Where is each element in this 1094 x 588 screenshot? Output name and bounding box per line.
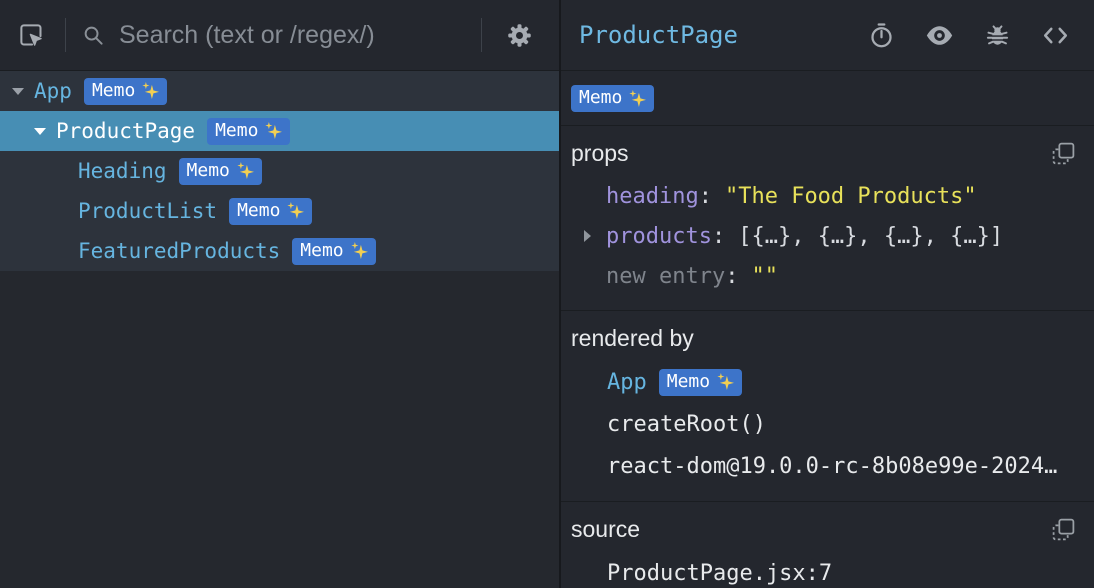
component-tree: App Memo ProductPage [0,71,559,588]
rendered-by-title: rendered by [571,325,1080,352]
component-name: App [34,79,72,103]
renderer-version-row: react-dom@19.0.0-rc-8b08e99e-2024… [571,445,1080,487]
source-section: source ProductPage.jsx:7 [561,502,1094,588]
react-devtools-components-panel: App Memo ProductPage [0,0,1094,588]
inspect-element-icon [18,22,45,49]
new-entry-value[interactable]: "" [751,264,778,289]
toolbar-divider [65,18,66,52]
props-section: props heading: "The Food Products" [561,126,1094,311]
expand-caret-icon[interactable] [34,128,56,135]
inspect-element-button[interactable] [14,18,49,53]
owner-row-app[interactable]: App Memo [571,361,1080,403]
new-entry-label: new entry [606,264,725,289]
component-details-panel: ProductPage [561,0,1094,588]
expand-caret-icon[interactable] [584,230,606,242]
tree-toolbar [0,0,559,71]
eye-icon [925,21,954,50]
memo-badge: Memo [179,158,262,185]
gear-icon [506,22,533,49]
search-input[interactable] [119,21,465,50]
component-name: ProductPage [56,119,195,143]
selected-component-badges: Memo [561,71,1094,126]
create-root-row: createRoot() [571,403,1080,445]
inspect-dom-button[interactable] [921,17,958,54]
expand-caret-icon[interactable] [12,88,34,95]
tree-row-heading[interactable]: Heading Memo [0,151,559,191]
tree-row-app[interactable]: App Memo [0,71,559,111]
sparkle-icon [265,122,282,139]
settings-button[interactable] [502,18,537,53]
profiler-timing-button[interactable] [864,18,899,53]
source-section-title: source [571,516,1047,543]
memo-badge: Memo [571,85,654,112]
sparkle-icon [142,82,159,99]
sparkle-icon [287,202,304,219]
component-tree-rows: App Memo ProductPage [0,71,559,271]
component-name: Heading [78,159,167,183]
sparkle-icon [717,373,734,390]
prop-row-heading: heading: "The Food Products" [571,176,1080,216]
memo-badge: Memo [229,198,312,225]
component-name: FeaturedProducts [78,239,280,263]
owner-component-name[interactable]: App [607,370,647,395]
bug-icon [984,22,1011,49]
prop-name: products [606,224,712,249]
prop-value: [{…}, {…}, {…}, {…}] [738,224,1003,249]
search-area [82,21,465,50]
search-icon [82,24,105,47]
selected-component-title: ProductPage [579,21,842,49]
rendered-by-section: rendered by App Memo createRoot() react-… [561,311,1094,502]
toolbar-divider [481,18,482,52]
details-header: ProductPage [561,0,1094,71]
sparkle-icon [351,242,368,259]
props-section-title: props [571,140,1047,167]
tree-row-productpage[interactable]: ProductPage Memo [0,111,559,151]
memo-badge: Memo [84,78,167,105]
prop-row-new-entry[interactable]: new entry: "" [571,256,1080,296]
copy-source-button[interactable] [1047,513,1080,546]
prop-row-products[interactable]: products: [{…}, {…}, {…}, {…}] [571,216,1080,256]
source-location[interactable]: ProductPage.jsx:7 [571,552,1080,588]
tree-row-featuredproducts[interactable]: FeaturedProducts Memo [0,231,559,271]
code-brackets-icon [1041,21,1070,50]
memo-badge: Memo [659,369,742,396]
copy-icon [1051,517,1076,542]
debug-log-button[interactable] [980,18,1015,53]
component-name: ProductList [78,199,217,223]
copy-icon [1051,141,1076,166]
sparkle-icon [629,90,646,107]
memo-badge: Memo [292,238,375,265]
prop-name: heading [606,184,699,209]
stopwatch-icon [868,22,895,49]
view-source-button[interactable] [1037,17,1074,54]
copy-props-button[interactable] [1047,137,1080,170]
components-tree-panel: App Memo ProductPage [0,0,561,588]
memo-badge: Memo [207,118,290,145]
tree-row-productlist[interactable]: ProductList Memo [0,191,559,231]
sparkle-icon [237,162,254,179]
prop-value[interactable]: "The Food Products" [725,184,977,209]
